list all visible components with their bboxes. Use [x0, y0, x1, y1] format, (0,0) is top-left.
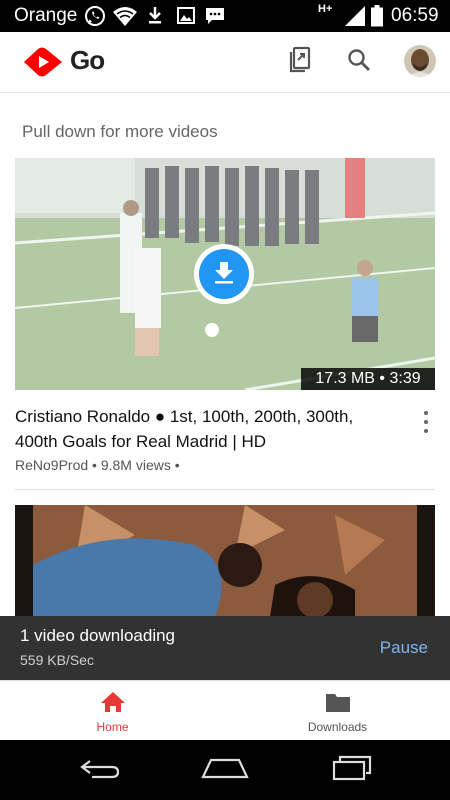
avatar[interactable]: [404, 45, 436, 77]
whatsapp-icon: [83, 4, 107, 33]
system-navigation-bar: [0, 740, 450, 800]
video-size-duration-badge: 17.3 MB • 3:39: [301, 368, 435, 390]
pull-to-refresh-hint: Pull down for more videos: [22, 122, 218, 141]
wifi-icon: [112, 4, 138, 33]
more-vert-icon: [424, 410, 428, 415]
carrier-label: Orange: [14, 5, 78, 26]
home-button[interactable]: [200, 756, 250, 784]
folder-icon: [325, 690, 351, 714]
back-icon: [78, 756, 122, 785]
download-button[interactable]: [194, 244, 254, 304]
signal-icon: [343, 4, 367, 33]
pause-button[interactable]: Pause: [380, 638, 428, 658]
nav-label-downloads: Downloads: [307, 720, 368, 734]
nav-label-home: Home: [96, 720, 129, 734]
status-bar: Orange H+ 06:59: [0, 0, 450, 32]
download-icon: [211, 259, 237, 290]
snackbar-message: 1 video downloading: [20, 626, 176, 645]
recents-button[interactable]: [327, 755, 377, 786]
home-icon: [201, 756, 249, 785]
download-notification-icon: [146, 4, 164, 33]
back-button[interactable]: [75, 756, 125, 784]
youtube-logo-icon: [20, 46, 66, 78]
clock: 06:59: [391, 5, 439, 26]
download-progress-snackbar: 1 video downloading 559 KB/Sec Pause: [0, 616, 450, 680]
nav-item-home[interactable]: Home: [0, 681, 225, 741]
search-icon: [347, 48, 371, 77]
recents-icon: [330, 755, 374, 786]
image-notification-icon: [176, 4, 196, 33]
home-icon: [100, 690, 126, 714]
bottom-navigation: Home Downloads: [0, 680, 450, 741]
app-logo-text: Go: [70, 45, 105, 75]
video-title[interactable]: Cristiano Ronaldo ● 1st, 100th, 200th, 3…: [15, 404, 393, 454]
divider: [15, 489, 435, 490]
nav-item-downloads[interactable]: Downloads: [225, 681, 450, 741]
app-bar: Go: [0, 32, 450, 93]
video-meta: ReNo9Prod • 9.8M views •: [15, 457, 180, 473]
video-thumbnail[interactable]: [15, 505, 435, 617]
search-button[interactable]: [343, 46, 375, 78]
message-notification-icon: [204, 4, 226, 33]
share-clipboard-button[interactable]: [284, 46, 316, 78]
more-options-button[interactable]: [418, 408, 434, 436]
battery-icon: [370, 4, 384, 33]
snackbar-speed: 559 KB/Sec: [20, 652, 94, 668]
clipboard-share-icon: [288, 46, 312, 79]
network-type-label: H+: [318, 3, 333, 15]
